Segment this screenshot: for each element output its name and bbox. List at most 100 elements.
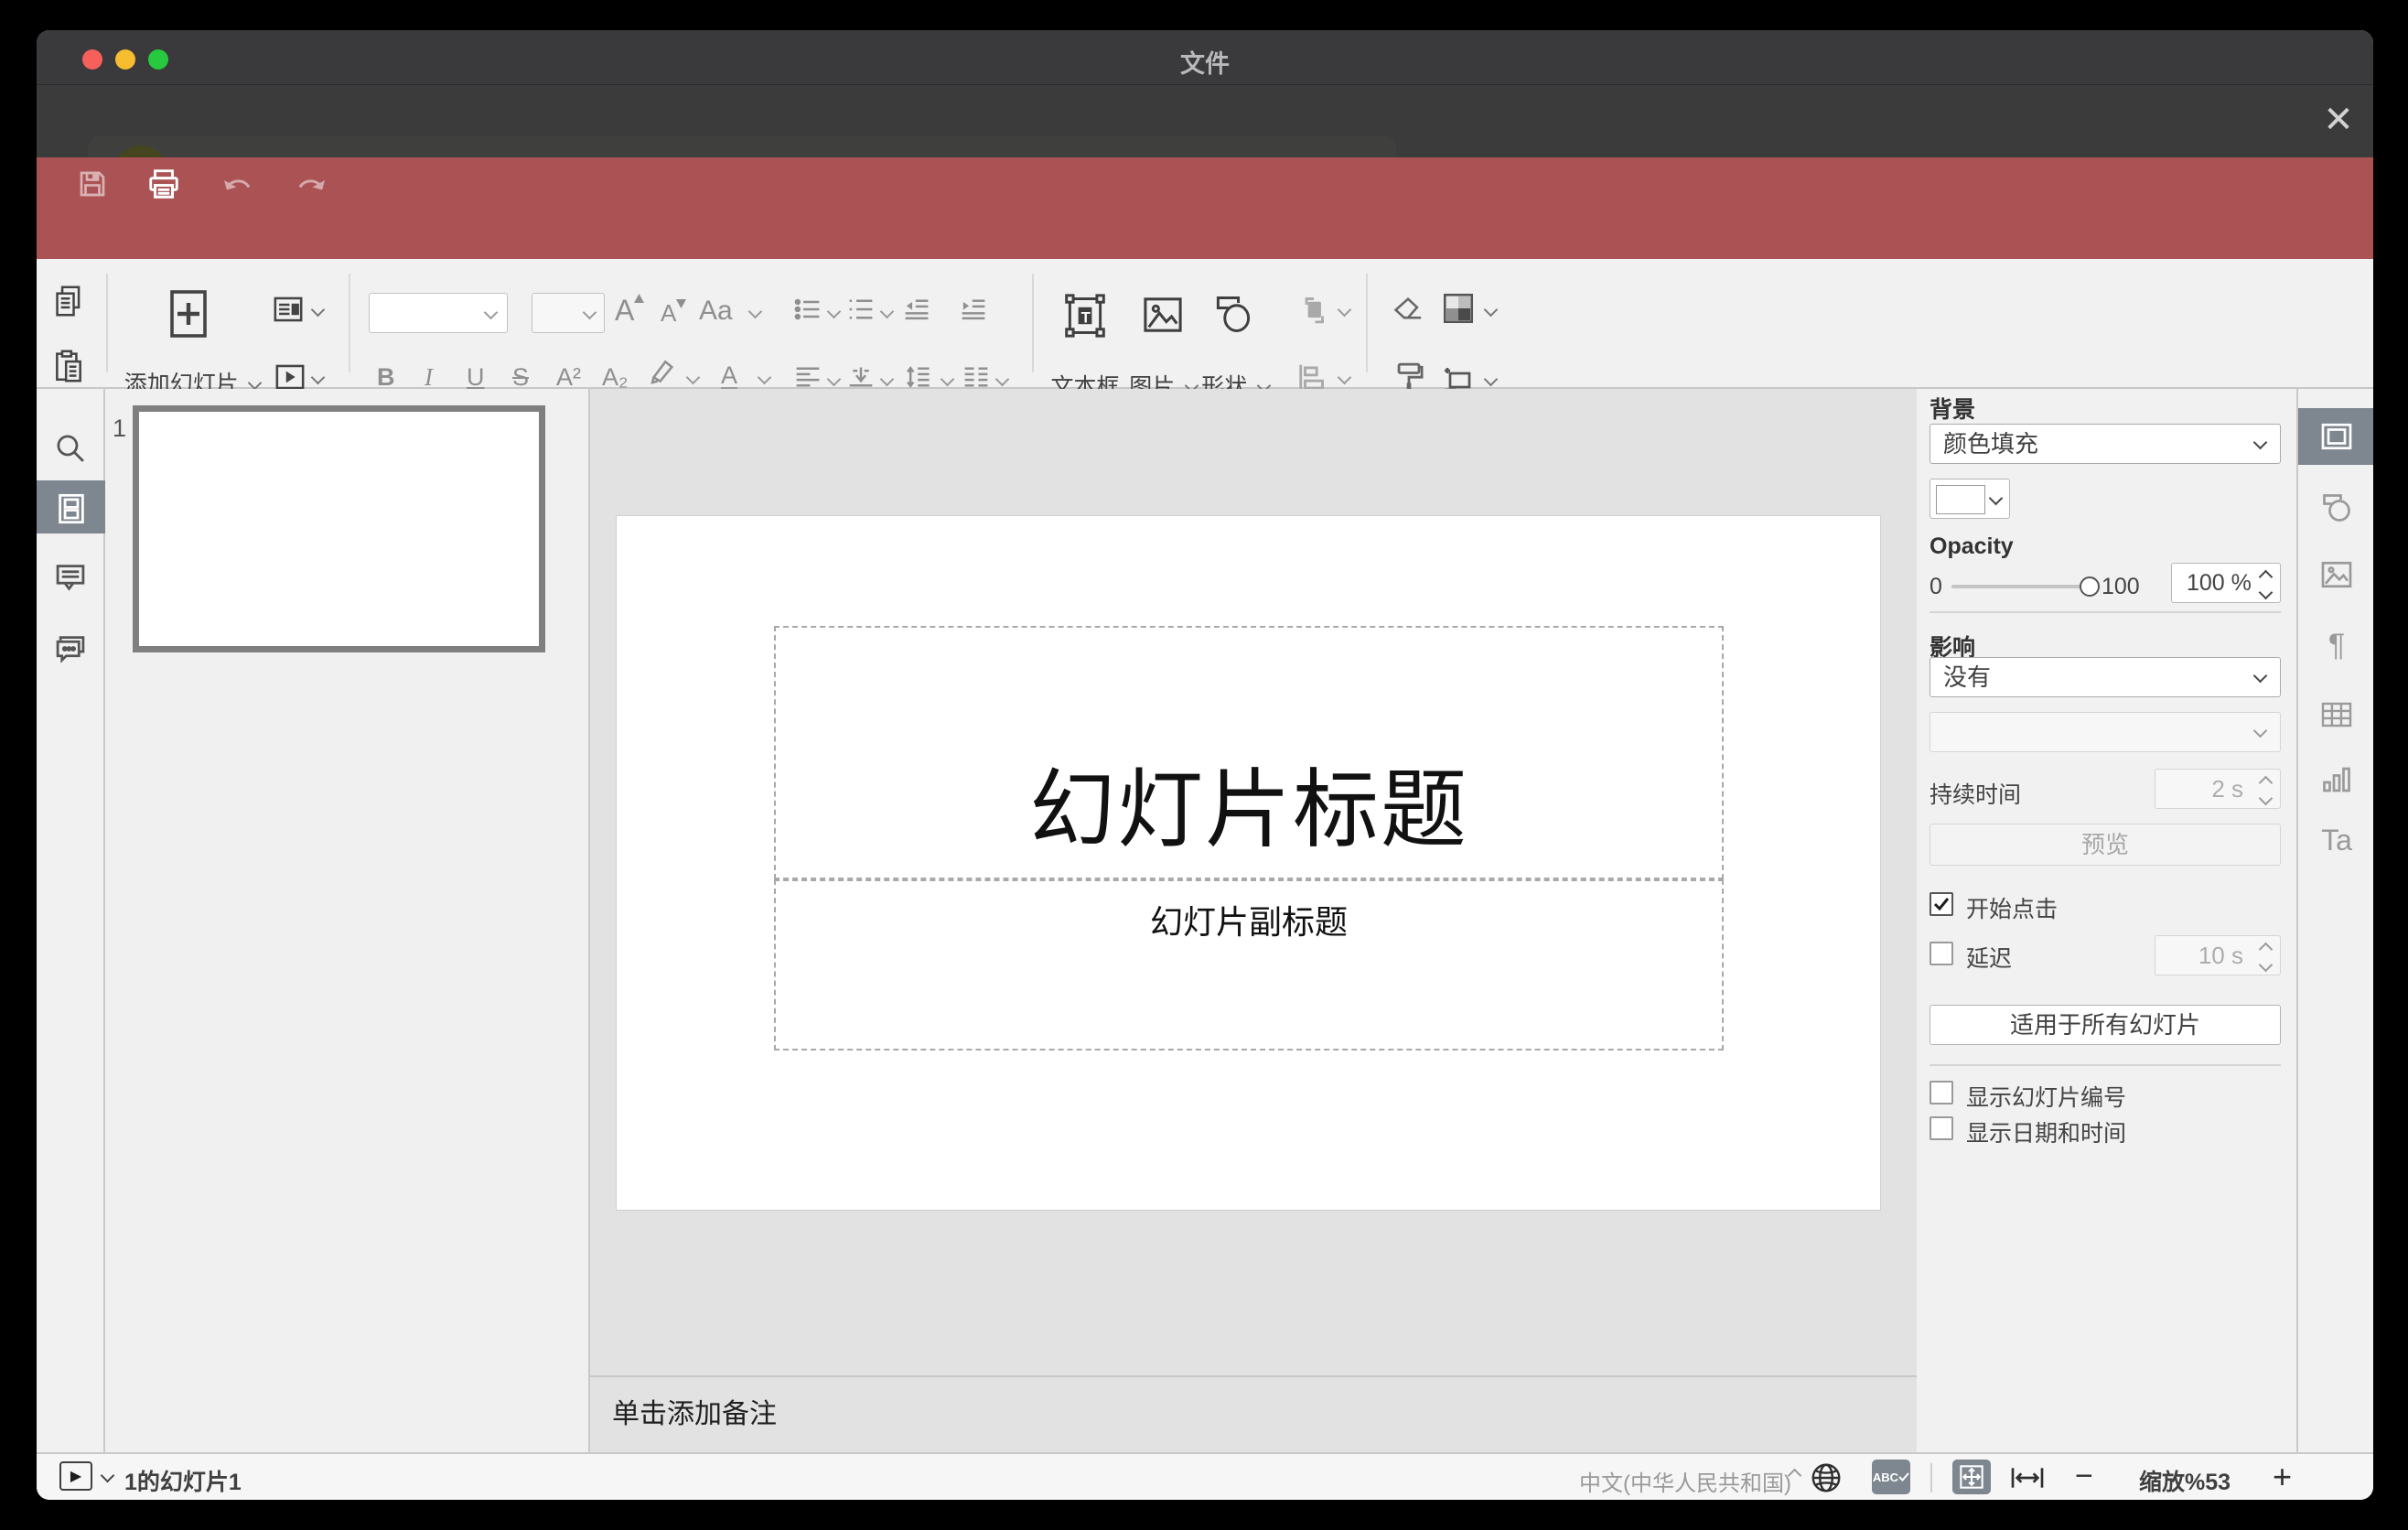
duration-label: 持续时间: [1930, 782, 2022, 808]
color-scheme-icon[interactable]: [1442, 292, 1475, 329]
numbering-icon[interactable]: [847, 297, 875, 326]
slide-size-chevron[interactable]: [1483, 372, 1499, 387]
background-fill-dropdown[interactable]: 颜色填充: [1930, 424, 2281, 464]
delay-spinner-arrows[interactable]: [2258, 942, 2274, 973]
text-art-settings-tab[interactable]: Ta: [2298, 813, 2373, 869]
slide-layout-icon[interactable]: [273, 296, 304, 328]
chat-sidebar-button[interactable]: [37, 621, 105, 674]
delay-checkbox[interactable]: [1930, 942, 1953, 965]
font-color-chevron[interactable]: [757, 370, 772, 385]
bullets-chevron[interactable]: [826, 304, 842, 319]
italic-icon[interactable]: I: [425, 363, 433, 392]
align-shapes-chevron[interactable]: [1337, 370, 1352, 385]
insert-textbox-icon[interactable]: T: [1063, 292, 1107, 344]
bold-icon[interactable]: B: [377, 363, 395, 392]
fit-slide-button[interactable]: [1952, 1460, 1991, 1494]
insert-image-icon[interactable]: [1142, 296, 1184, 339]
close-icon[interactable]: ✕: [2318, 100, 2359, 140]
opacity-slider-track[interactable]: [1951, 585, 2098, 588]
highlight-color-chevron[interactable]: [685, 370, 701, 385]
increase-indent-icon[interactable]: [959, 297, 988, 326]
fill-color-chevron[interactable]: [1988, 490, 2004, 506]
macos-titlebar: 文件: [37, 30, 2373, 85]
subtitle-placeholder[interactable]: 幻灯片副标题: [774, 879, 1724, 1051]
zoom-in-button[interactable]: +: [2273, 1458, 2292, 1496]
arrange-shapes-icon[interactable]: [1296, 296, 1331, 331]
slideshow-mode-chevron[interactable]: [100, 1468, 115, 1483]
comments-sidebar-button[interactable]: [37, 550, 105, 603]
zoom-level-label: 缩放%53: [2138, 1470, 2231, 1495]
increase-font-icon[interactable]: A: [615, 294, 645, 328]
search-sidebar-button[interactable]: [37, 422, 105, 475]
notes-area[interactable]: 单击添加备注: [590, 1375, 1917, 1452]
redo-icon[interactable]: [295, 174, 328, 198]
numbering-chevron[interactable]: [879, 304, 895, 319]
shape-settings-tab[interactable]: [2298, 479, 2373, 536]
subscript-icon[interactable]: A₂: [602, 363, 629, 392]
slide-settings-tab[interactable]: [2298, 408, 2373, 465]
add-slide-button[interactable]: [165, 288, 220, 339]
left-sidebar: [37, 389, 105, 1452]
start-on-click-checkbox[interactable]: [1930, 892, 1953, 916]
undo-icon[interactable]: [221, 174, 254, 198]
slide-layout-chevron[interactable]: [310, 302, 326, 318]
paste-icon[interactable]: [53, 349, 84, 388]
slide-thumbnail[interactable]: [133, 405, 545, 652]
font-name-combo[interactable]: [369, 293, 508, 333]
font-size-chevron[interactable]: [582, 305, 597, 320]
duration-spinner-arrows[interactable]: [2258, 775, 2274, 806]
show-slide-number-checkbox[interactable]: [1930, 1081, 1953, 1104]
arrange-shapes-chevron[interactable]: [1337, 302, 1352, 318]
spell-check-button[interactable]: ABC: [1872, 1460, 1910, 1494]
font-size-combo[interactable]: [532, 293, 605, 333]
start-slideshow-chevron[interactable]: [310, 370, 326, 385]
title-placeholder[interactable]: 幻灯片标题: [774, 626, 1724, 879]
fill-color-picker[interactable]: [1930, 479, 2010, 519]
opacity-spinner[interactable]: 100 %: [2171, 563, 2281, 603]
preview-button[interactable]: 预览: [1930, 824, 2281, 866]
decrease-font-icon[interactable]: A: [661, 299, 687, 328]
vertical-align-chevron[interactable]: [879, 372, 895, 387]
slide-thumbnails-panel: 1: [105, 389, 590, 1452]
font-name-chevron[interactable]: [483, 305, 499, 320]
change-case-icon[interactable]: Aa: [699, 296, 733, 327]
insert-shape-icon[interactable]: [1211, 294, 1255, 339]
highlight-color-icon[interactable]: [646, 358, 677, 396]
table-settings-tab[interactable]: [2298, 686, 2373, 743]
image-settings-tab[interactable]: [2298, 546, 2373, 603]
superscript-icon[interactable]: A²: [556, 363, 581, 392]
show-date-time-label: 显示日期和时间: [1966, 1121, 2127, 1147]
slide-subtitle-text: 幻灯片副标题: [1149, 903, 1348, 941]
save-icon[interactable]: [76, 167, 109, 200]
delay-spinner[interactable]: 10 s: [2155, 935, 2281, 975]
show-date-time-checkbox[interactable]: [1930, 1116, 1953, 1140]
start-slideshow-status-button[interactable]: ▶: [59, 1461, 92, 1491]
change-case-chevron[interactable]: [747, 304, 763, 319]
underline-icon[interactable]: U: [467, 363, 485, 392]
line-spacing-chevron[interactable]: [940, 372, 955, 387]
horizontal-align-chevron[interactable]: [826, 372, 842, 387]
opacity-slider-thumb[interactable]: [2080, 576, 2100, 597]
document-language[interactable]: 中文(中华人民共和国): [1579, 1465, 1791, 1497]
slide-editing-surface[interactable]: 幻灯片标题 幻灯片副标题: [616, 515, 1881, 1211]
clear-style-icon[interactable]: [1392, 296, 1424, 328]
bullets-icon[interactable]: [794, 297, 822, 326]
effect-type-dropdown-disabled[interactable]: [1930, 712, 2281, 752]
color-scheme-chevron[interactable]: [1483, 302, 1499, 318]
slides-sidebar-button[interactable]: [37, 480, 105, 533]
copy-icon[interactable]: [53, 285, 84, 322]
strikeout-icon[interactable]: S: [512, 363, 529, 392]
set-language-globe-icon[interactable]: [1810, 1461, 1843, 1499]
duration-spinner[interactable]: 2 s: [2155, 769, 2281, 809]
paragraph-settings-tab[interactable]: ¶: [2298, 617, 2373, 673]
decrease-indent-icon[interactable]: [902, 297, 931, 326]
opacity-spinner-arrows[interactable]: [2258, 569, 2274, 600]
apply-to-all-slides-button[interactable]: 适用于所有幻灯片: [1930, 1005, 2281, 1045]
fit-width-button[interactable]: [2009, 1465, 2046, 1495]
chart-settings-tab[interactable]: [2298, 751, 2373, 808]
effect-dropdown[interactable]: 没有: [1930, 657, 2281, 697]
zoom-out-button[interactable]: −: [2075, 1459, 2093, 1494]
print-icon[interactable]: [146, 167, 181, 201]
columns-chevron[interactable]: [994, 372, 1010, 387]
font-color-icon[interactable]: A: [721, 361, 738, 393]
